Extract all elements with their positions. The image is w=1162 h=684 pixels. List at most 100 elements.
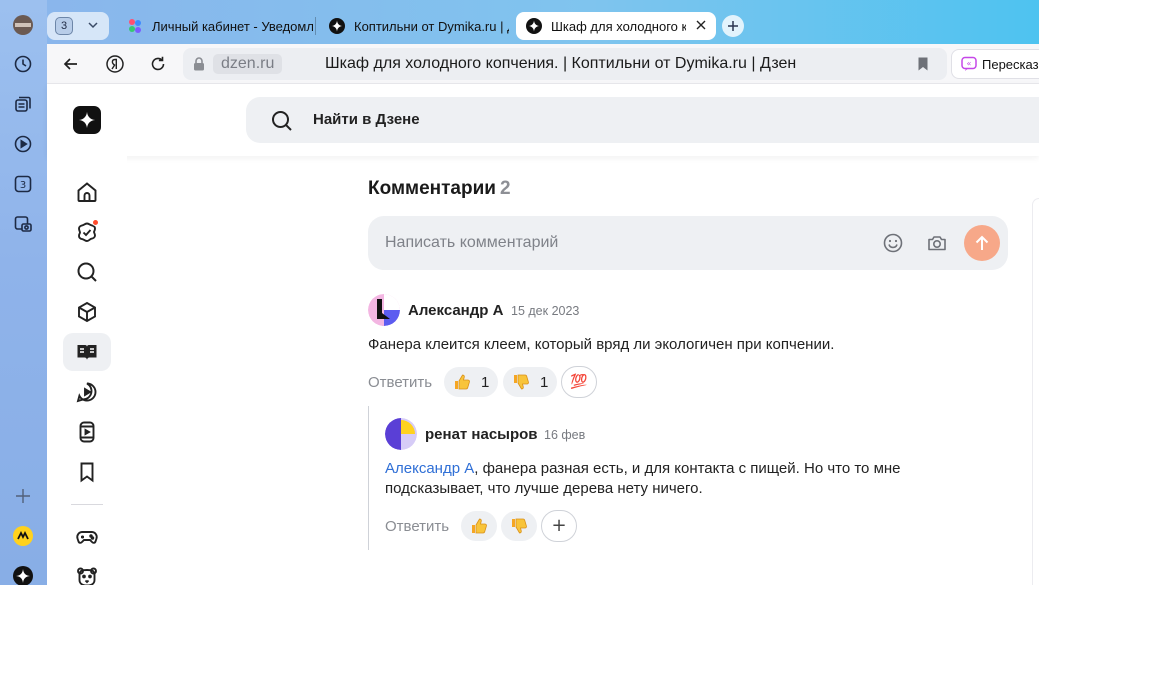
nav-kids[interactable]: [63, 558, 111, 585]
video-play-icon[interactable]: [11, 132, 35, 156]
bookmark-icon[interactable]: [915, 56, 931, 72]
yandex-logo-icon: [106, 55, 124, 73]
arrow-up-icon: [975, 235, 989, 250]
nav-subscriptions[interactable]: [63, 213, 111, 251]
nav-articles[interactable]: [63, 333, 111, 371]
like-count: 1: [481, 373, 490, 391]
dislike-reaction[interactable]: [501, 511, 537, 541]
tab-notifications[interactable]: Личный кабинет - Уведомл: [117, 12, 313, 40]
nav-divider: [71, 504, 103, 505]
comment-text: Фанера клеится клеем, который вряд ли эк…: [368, 336, 835, 353]
dzen-home-logo[interactable]: [73, 106, 101, 134]
reply-button[interactable]: Ответить: [385, 518, 449, 535]
avatar[interactable]: [368, 294, 400, 326]
thumbs-up-icon: [472, 518, 487, 534]
camera-icon[interactable]: [926, 232, 948, 254]
site-search-input[interactable]: Найти в Дзене: [246, 97, 1039, 143]
tab-active-article[interactable]: Шкаф для холодного копче: [516, 12, 716, 40]
comment-date: 15 дек 2023: [511, 304, 580, 318]
thumbs-down-icon: [514, 374, 529, 390]
emoji-icon[interactable]: [882, 232, 904, 254]
avatar-image: [385, 418, 417, 450]
dislike-reaction[interactable]: 1: [503, 367, 558, 397]
tab-dymika-channel[interactable]: Коптильни от Dymika.ru | Д: [319, 12, 509, 40]
comment-mention-link[interactable]: Александр А: [385, 460, 474, 477]
new-tab-button[interactable]: [722, 15, 744, 37]
yandex-button[interactable]: [104, 53, 126, 75]
profile-avatar-icon[interactable]: [11, 13, 35, 37]
reply-button[interactable]: Ответить: [368, 374, 432, 391]
lock-icon[interactable]: [191, 56, 207, 72]
nav-shorts[interactable]: [63, 413, 111, 451]
comments-title-text: Комментарии: [368, 178, 496, 199]
dislike-count: 1: [540, 373, 549, 391]
nav-videos[interactable]: [63, 373, 111, 411]
system-sidebar: 3: [0, 0, 47, 585]
add-reaction-button[interactable]: +: [541, 510, 577, 542]
comment-date: 16 фев: [544, 428, 586, 442]
search-icon: [77, 262, 97, 282]
articles-book-icon: [77, 345, 97, 360]
dzen-studio-icon: [129, 19, 141, 33]
yandex-market-icon[interactable]: [11, 524, 35, 548]
comment-input[interactable]: Написать комментарий: [368, 216, 1008, 270]
nav-bookmarks[interactable]: [63, 453, 111, 491]
nav-games[interactable]: [63, 518, 111, 556]
hundred-emoji-icon: 💯: [570, 374, 588, 390]
search-placeholder: Найти в Дзене: [313, 111, 420, 128]
plus-icon: [728, 21, 738, 31]
comment-text-line2: подсказывает, что лучше дерева нету ниче…: [385, 480, 703, 497]
reload-button[interactable]: [147, 53, 169, 75]
notification-dot: [92, 219, 99, 226]
site-side-nav: [47, 156, 127, 585]
nav-home[interactable]: [63, 173, 111, 211]
chevron-down-icon: [88, 22, 98, 29]
search-icon: [272, 111, 292, 131]
address-bar[interactable]: dzen.ru Шкаф для холодного копчения. | К…: [183, 48, 947, 80]
rail-counter-text: 3: [20, 180, 26, 191]
browser-toolbar: dzen.ru Шкаф для холодного копчения. | К…: [47, 44, 1039, 84]
dzen-logo-icon: [526, 18, 542, 34]
retell-quote-icon: «: [961, 56, 977, 71]
tab-label: Шкаф для холодного копче: [551, 18, 686, 34]
reply-thread-line: [368, 406, 369, 550]
hundred-reaction[interactable]: 💯: [561, 366, 597, 398]
nav-search[interactable]: [63, 253, 111, 291]
avatar-image: [368, 294, 400, 326]
comment-author[interactable]: ренат насыров: [425, 426, 538, 443]
retell-button[interactable]: « Пересказ: [951, 49, 1039, 79]
tab-group-switcher[interactable]: 3: [47, 12, 109, 40]
bear-face-icon: [77, 567, 97, 585]
nav-studio[interactable]: [63, 293, 111, 331]
like-reaction[interactable]: 1: [444, 367, 499, 397]
collections-icon[interactable]: [11, 92, 35, 116]
site-header: Найти в Дзене: [47, 84, 1039, 156]
gamepad-icon: [76, 531, 98, 544]
avatar[interactable]: [385, 418, 417, 450]
tab-divider: [315, 17, 316, 35]
comment-author[interactable]: Александр А: [408, 302, 503, 319]
back-button[interactable]: [60, 53, 82, 75]
dzen-logo-icon: [329, 18, 345, 34]
video-bubble-icon: [76, 382, 97, 403]
comment-text: Александр А, фанера разная есть, и для к…: [385, 459, 985, 499]
browser-window: 3 3 Личный кабинет - Уведомл Коптильни о…: [0, 0, 1039, 585]
tab-label: Коптильни от Dymika.ru | Д: [354, 18, 509, 34]
tab-count-icon[interactable]: 3: [11, 172, 35, 196]
screenshot-icon[interactable]: [11, 212, 35, 236]
add-icon[interactable]: [11, 484, 35, 508]
dzen-logo-icon: [78, 111, 96, 129]
tab-strip: 3 Личный кабинет - Уведомл Коптильни от …: [47, 0, 1039, 44]
close-icon[interactable]: [694, 18, 708, 32]
retell-label: Пересказ: [982, 56, 1039, 72]
thumbs-up-icon: [455, 374, 470, 390]
arrow-left-icon: [63, 58, 77, 70]
tab-label: Личный кабинет - Уведомл: [152, 18, 313, 34]
comment-text-line1: , фанера разная есть, и для контакта с п…: [474, 460, 901, 477]
tab-count-badge: 3: [55, 17, 73, 35]
send-comment-button[interactable]: [964, 225, 1000, 261]
right-panel-edge: [1032, 198, 1039, 585]
like-reaction[interactable]: [461, 511, 497, 541]
dzen-app-icon[interactable]: [11, 564, 35, 585]
history-icon[interactable]: [11, 52, 35, 76]
